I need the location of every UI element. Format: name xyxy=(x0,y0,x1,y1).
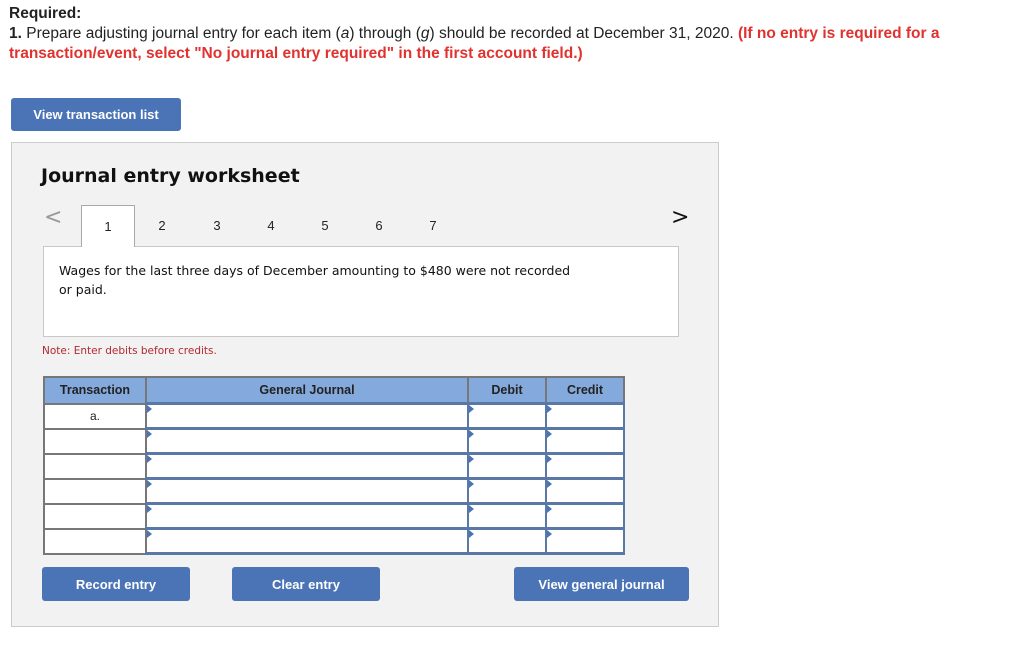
chevron-left-icon[interactable]: < xyxy=(44,205,62,230)
transaction-cell xyxy=(43,527,147,555)
required-instructions: Required: 1. Prepare adjusting journal e… xyxy=(9,4,1014,64)
description-text: Wages for the last three days of Decembe… xyxy=(59,263,571,297)
debit-input[interactable] xyxy=(467,427,547,455)
account-dropdown[interactable] xyxy=(145,527,469,555)
tab-5[interactable]: 5 xyxy=(298,205,352,245)
instruction-text: Prepare adjusting journal entry for each… xyxy=(21,25,341,42)
credit-input[interactable] xyxy=(545,402,625,430)
header-credit: Credit xyxy=(545,376,625,405)
account-dropdown[interactable] xyxy=(145,402,469,430)
debit-input[interactable] xyxy=(467,527,547,555)
table-header-row: Transaction General Journal Debit Credit xyxy=(43,376,625,405)
instruction-text: ) through ( xyxy=(349,25,421,42)
transaction-cell xyxy=(43,452,147,480)
table-row: a. xyxy=(43,402,625,430)
item-number: 1. xyxy=(9,25,22,42)
table-row xyxy=(43,452,625,480)
instruction-text: ) should be recorded at December 31, 202… xyxy=(429,25,738,42)
required-item-1: 1. Prepare adjusting journal entry for e… xyxy=(9,24,1014,64)
credit-input[interactable] xyxy=(545,427,625,455)
worksheet-title: Journal entry worksheet xyxy=(41,165,300,187)
credit-input[interactable] xyxy=(545,527,625,555)
transaction-cell: a. xyxy=(43,402,147,430)
view-general-journal-button[interactable]: View general journal xyxy=(514,567,689,601)
credit-input[interactable] xyxy=(545,477,625,505)
debit-input[interactable] xyxy=(467,402,547,430)
account-dropdown[interactable] xyxy=(145,427,469,455)
table-row xyxy=(43,527,625,555)
tab-6[interactable]: 6 xyxy=(352,205,406,245)
debit-input[interactable] xyxy=(467,477,547,505)
clear-entry-button[interactable]: Clear entry xyxy=(232,567,380,601)
view-transaction-list-button[interactable]: View transaction list xyxy=(11,98,181,131)
tab-3[interactable]: 3 xyxy=(190,205,244,245)
header-general-journal: General Journal xyxy=(145,376,469,405)
transaction-cell xyxy=(43,477,147,505)
journal-entry-worksheet-panel: Journal entry worksheet < 1 2 3 4 5 6 7 … xyxy=(11,142,719,627)
table-row xyxy=(43,477,625,505)
credit-input[interactable] xyxy=(545,502,625,530)
tab-1[interactable]: 1 xyxy=(81,205,135,247)
transaction-cell xyxy=(43,427,147,455)
tab-7[interactable]: 7 xyxy=(406,205,460,245)
header-debit: Debit xyxy=(467,376,547,405)
table-row xyxy=(43,427,625,455)
entry-note: Note: Enter debits before credits. xyxy=(42,345,217,357)
tab-4[interactable]: 4 xyxy=(244,205,298,245)
chevron-right-icon[interactable]: > xyxy=(671,205,689,230)
general-journal-table: Transaction General Journal Debit Credit… xyxy=(43,376,625,555)
record-entry-button[interactable]: Record entry xyxy=(42,567,190,601)
required-heading: Required: xyxy=(9,5,82,22)
account-dropdown[interactable] xyxy=(145,452,469,480)
account-dropdown[interactable] xyxy=(145,477,469,505)
transaction-description: Wages for the last three days of Decembe… xyxy=(43,246,679,337)
credit-input[interactable] xyxy=(545,452,625,480)
debit-input[interactable] xyxy=(467,452,547,480)
debit-input[interactable] xyxy=(467,502,547,530)
header-transaction: Transaction xyxy=(43,376,147,405)
transaction-cell xyxy=(43,502,147,530)
table-row xyxy=(43,502,625,530)
tab-2[interactable]: 2 xyxy=(135,205,189,245)
account-dropdown[interactable] xyxy=(145,502,469,530)
